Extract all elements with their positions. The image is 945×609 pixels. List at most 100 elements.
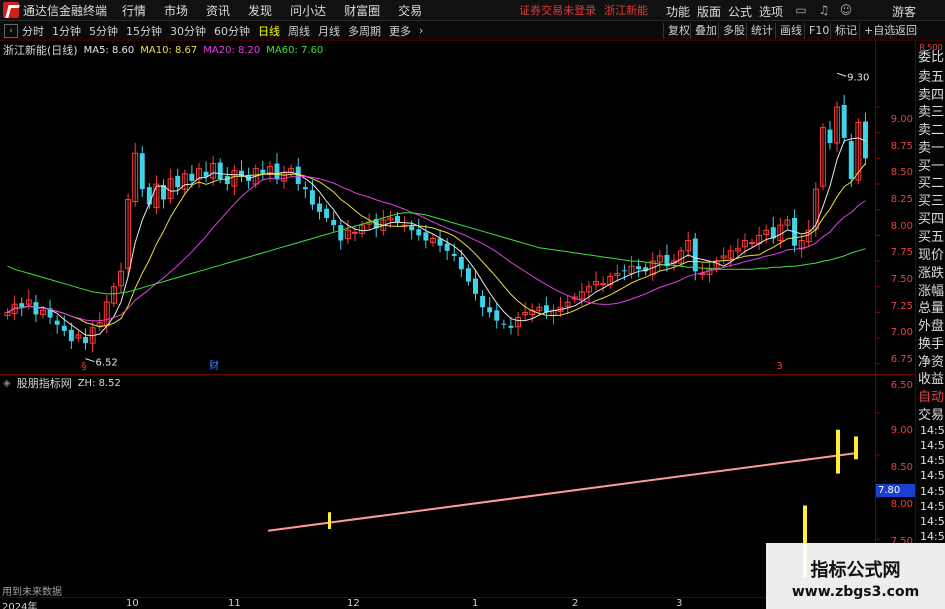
side-label: 涨跌 xyxy=(918,266,945,281)
sub-indicator-title[interactable]: 股朋指标网 xyxy=(17,375,72,391)
candle-body xyxy=(423,232,429,241)
mark-button[interactable]: 标记 xyxy=(830,23,861,39)
menu-dropdown-icon[interactable]: ▭ xyxy=(793,2,809,18)
period-15min[interactable]: 15分钟 xyxy=(122,23,166,39)
side-label: 卖三 xyxy=(918,105,945,120)
period-1min[interactable]: 1分钟 xyxy=(48,23,85,39)
menu-item-wealth[interactable]: 财富圈 xyxy=(335,2,389,19)
trade-label[interactable]: 交易 xyxy=(918,404,945,423)
ma10-line xyxy=(7,163,866,328)
side-label: 买四 xyxy=(918,212,945,227)
candle-body xyxy=(146,187,152,205)
indicator-toggle-icon[interactable]: ◈ xyxy=(3,378,11,389)
guest-label[interactable]: 游客 xyxy=(892,3,916,20)
candle-body xyxy=(317,203,322,212)
ma10-label: MA10: 8.67 xyxy=(140,44,198,56)
menu-options[interactable]: 选项 xyxy=(759,3,783,20)
login-status[interactable]: 证券交易未登录 xyxy=(519,2,596,18)
candle-body xyxy=(54,320,60,325)
candle-body xyxy=(175,175,181,188)
period-60min[interactable]: 60分钟 xyxy=(210,23,254,39)
candle-body xyxy=(395,215,400,223)
menu-item-ask[interactable]: 问小达 xyxy=(281,2,335,19)
event-marker: 财 xyxy=(209,359,219,372)
candle-body xyxy=(324,208,330,218)
return-button[interactable]: 返回 xyxy=(890,23,921,39)
candle-body xyxy=(68,329,74,342)
tick-time: 14:56 xyxy=(920,515,945,528)
multi-stock-button[interactable]: 多股 xyxy=(718,23,749,39)
ma10-value: 8.67 xyxy=(175,44,198,56)
menu-item-news[interactable]: 资讯 xyxy=(197,2,239,19)
period-30min[interactable]: 30分钟 xyxy=(166,23,210,39)
candle-body xyxy=(189,173,195,181)
price-tick: 8.25 xyxy=(890,194,913,205)
sub-legend: ◈ 股朋指标网 ZH: 8.52 xyxy=(3,375,121,391)
period-tick[interactable]: 分时 xyxy=(18,23,48,39)
watermark: 指标公式网 www.zbgs3.com xyxy=(766,543,945,609)
candle-body xyxy=(473,278,478,294)
candle-body xyxy=(309,190,315,205)
candle-body xyxy=(621,270,627,272)
back-icon[interactable]: ‹ xyxy=(4,23,18,38)
draw-line-button[interactable]: 画线 xyxy=(775,23,806,39)
menu-function[interactable]: 功能 xyxy=(666,3,690,20)
side-label: 买三 xyxy=(918,194,945,209)
auto-trade-label[interactable]: 自动 xyxy=(918,386,945,405)
candle-body xyxy=(338,225,344,241)
candle-body xyxy=(465,268,471,282)
candle-body xyxy=(274,163,280,179)
zh-line xyxy=(267,452,856,532)
candle-body xyxy=(139,153,145,190)
date-label: 2 xyxy=(572,598,579,609)
signal-bar xyxy=(836,429,840,474)
high-price-label: 9.30 xyxy=(847,72,869,83)
candle-body xyxy=(444,243,450,251)
sub-tick: 9.00 xyxy=(890,425,913,436)
low-price-pointer xyxy=(85,358,95,363)
candle-body xyxy=(409,226,415,231)
period-monthly[interactable]: 月线 xyxy=(314,23,344,39)
f10-button[interactable]: F10 xyxy=(804,23,833,39)
ma5-line xyxy=(7,137,866,337)
candle-body xyxy=(83,337,89,344)
statistics-button[interactable]: 统计 xyxy=(746,23,777,39)
high-price-pointer xyxy=(836,72,847,77)
app-logo-icon xyxy=(3,2,19,18)
chevron-right-icon[interactable]: › xyxy=(415,24,427,37)
candle-body xyxy=(494,310,500,321)
menu-item-market[interactable]: 行情 xyxy=(113,2,155,19)
ma20-value: 8.20 xyxy=(238,44,261,56)
candle-body xyxy=(458,256,464,270)
period-5min[interactable]: 5分钟 xyxy=(85,23,122,39)
side-label: 买五 xyxy=(918,230,945,245)
low-price-label: 6.52 xyxy=(96,358,118,369)
period-weekly[interactable]: 周线 xyxy=(284,23,314,39)
candle-body xyxy=(841,105,847,138)
price-tick: 7.00 xyxy=(890,327,913,338)
overlay-button[interactable]: 叠加 xyxy=(690,23,721,39)
period-daily[interactable]: 日线 xyxy=(254,23,284,39)
menu-item-exchange[interactable]: 市场 xyxy=(155,2,197,19)
stock-name-label: 浙江新能(日线) xyxy=(3,44,78,57)
period-multi[interactable]: 多周期 xyxy=(344,23,385,39)
candle-body xyxy=(19,303,25,308)
side-label: 卖一 xyxy=(918,141,945,156)
date-label: 12 xyxy=(347,598,360,609)
menu-item-discover[interactable]: 发现 xyxy=(239,2,281,19)
kline-chart[interactable]: 9.30 6.52 § 财 3 xyxy=(0,41,915,597)
menu-layout[interactable]: 版面 xyxy=(697,3,721,20)
menu-item-trade[interactable]: 交易 xyxy=(389,2,431,19)
sub-tick: 8.00 xyxy=(890,499,913,510)
bell-icon[interactable]: ♫ xyxy=(816,2,832,18)
date-label: 1 xyxy=(472,598,479,609)
candle-body xyxy=(451,253,457,256)
period-more[interactable]: 更多 xyxy=(385,23,415,39)
ma60-value: 7.60 xyxy=(301,44,324,56)
side-label: 现价 xyxy=(918,248,945,263)
menu-formula[interactable]: 公式 xyxy=(728,3,752,20)
avatar-icon[interactable]: ☺ xyxy=(838,2,854,18)
price-tick: 7.75 xyxy=(890,247,913,258)
price-tick: 6.50 xyxy=(890,380,913,391)
price-tick: 8.50 xyxy=(890,167,913,178)
